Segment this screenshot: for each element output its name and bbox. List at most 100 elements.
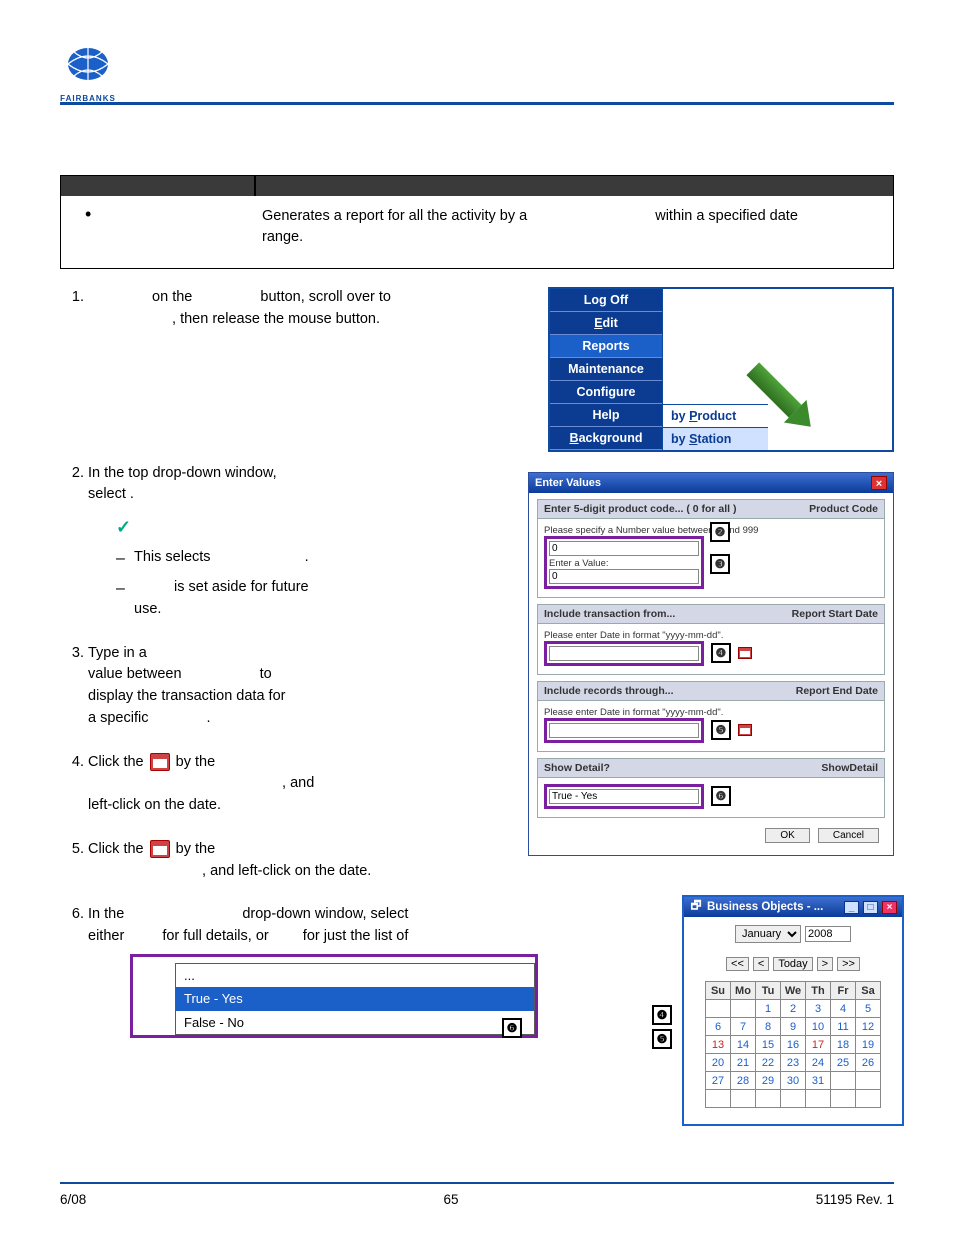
dropdown-option[interactable]: False - No: [176, 1011, 534, 1035]
callout-badge-6: ❻: [711, 786, 731, 806]
calendar-day[interactable]: 24: [806, 1054, 831, 1072]
cancel-button[interactable]: Cancel: [818, 828, 879, 843]
first-button[interactable]: <<: [726, 957, 749, 971]
calendar-day[interactable]: 21: [731, 1054, 756, 1072]
today-button[interactable]: Today: [773, 957, 812, 971]
calendar-day[interactable]: 19: [856, 1036, 881, 1054]
show-detail-section: Show Detail?ShowDetail ❻: [537, 758, 885, 818]
dropdown-option[interactable]: ...: [176, 964, 534, 988]
calendar-day[interactable]: 17: [806, 1036, 831, 1054]
month-select[interactable]: January: [735, 925, 801, 943]
step-2: In the top drop-down window, select . ✓ …: [88, 463, 510, 621]
calendar-day[interactable]: 11: [831, 1018, 856, 1036]
calendar-day: [831, 1090, 856, 1108]
maximize-icon[interactable]: □: [863, 901, 878, 914]
calendar-day: [856, 1090, 881, 1108]
calendar-day[interactable]: 8: [756, 1018, 781, 1036]
calendar-day: [806, 1090, 831, 1108]
start-date-input[interactable]: [549, 646, 699, 661]
product-code-value-input[interactable]: [549, 569, 699, 584]
grey-cell-2: [256, 176, 893, 196]
calendar-day[interactable]: 26: [856, 1054, 881, 1072]
calendar-day: [831, 1072, 856, 1090]
show-detail-dropdown[interactable]: ... True - Yes False - No: [175, 963, 535, 1036]
calendar-day[interactable]: 2: [781, 1000, 806, 1018]
report-description-box: • Generates a report for all the activit…: [60, 175, 894, 269]
calendar-day[interactable]: 12: [856, 1018, 881, 1036]
prev-button[interactable]: <: [753, 957, 769, 971]
calendar-day[interactable]: 15: [756, 1036, 781, 1054]
year-input[interactable]: [805, 926, 851, 942]
calendar-grid: SuMoTuWeThFrSa 1234567891011121314151617…: [705, 981, 881, 1108]
step-5: Click the by the , and left-click on the…: [88, 839, 510, 883]
menu-item-reports[interactable]: Reports: [550, 335, 662, 358]
calendar-day[interactable]: 20: [706, 1054, 731, 1072]
calendar-day[interactable]: 9: [781, 1018, 806, 1036]
calendar-day[interactable]: 1: [756, 1000, 781, 1018]
calendar-icon[interactable]: [738, 724, 752, 736]
callout-badge-5: ❺: [711, 720, 731, 740]
dropdown-option-selected[interactable]: True - Yes: [176, 987, 534, 1011]
calendar-icon: [150, 840, 170, 858]
product-code-input[interactable]: [549, 541, 699, 556]
menu-item-edit[interactable]: Edit: [550, 312, 662, 335]
close-icon[interactable]: ×: [871, 476, 887, 490]
menu-item-log-off[interactable]: Log Off: [550, 289, 662, 312]
app-icon: 🗗: [689, 900, 703, 914]
grey-cell-1: [61, 176, 256, 196]
calendar-day[interactable]: 14: [731, 1036, 756, 1054]
calendar-icon[interactable]: [738, 647, 752, 659]
calendar-day: [706, 1000, 731, 1018]
calendar-day: [731, 1000, 756, 1018]
calendar-icon: [150, 753, 170, 771]
minimize-icon[interactable]: _: [844, 901, 859, 914]
close-icon[interactable]: ×: [882, 901, 897, 914]
submenu-item-by-station[interactable]: by Station: [663, 427, 768, 450]
last-button[interactable]: >>: [837, 957, 860, 971]
menu-item-background[interactable]: Background: [550, 427, 662, 450]
logo-text: FAIRBANKS: [60, 94, 116, 103]
calendar-day[interactable]: 5: [856, 1000, 881, 1018]
report-description: Generates a report for all the activity …: [256, 196, 893, 268]
calendar-day[interactable]: 3: [806, 1000, 831, 1018]
start-date-section: Include transaction from...Report Start …: [537, 604, 885, 675]
calendar-day[interactable]: 25: [831, 1054, 856, 1072]
calendar-day[interactable]: 23: [781, 1054, 806, 1072]
calendar-day[interactable]: 16: [781, 1036, 806, 1054]
calendar-day[interactable]: 22: [756, 1054, 781, 1072]
calendar-day[interactable]: 27: [706, 1072, 731, 1090]
next-button[interactable]: >: [817, 957, 833, 971]
step-6: In the drop-down window, select either f…: [88, 904, 510, 1038]
calendar-day[interactable]: 10: [806, 1018, 831, 1036]
footer-date: 6/08: [60, 1192, 86, 1207]
page-footer: 6/08 65 51195 Rev. 1: [60, 1182, 894, 1207]
callout-badge-5: ❺: [652, 1029, 672, 1049]
product-code-section: Enter 5-digit product code... ( 0 for al…: [537, 499, 885, 598]
calendar-day[interactable]: 4: [831, 1000, 856, 1018]
end-date-section: Include records through...Report End Dat…: [537, 681, 885, 752]
calendar-day[interactable]: 13: [706, 1036, 731, 1054]
step-3: Type in a value between to display the t…: [88, 643, 510, 730]
main-menu: Log OffEditReportsMaintenanceConfigureHe…: [548, 287, 894, 452]
show-detail-input[interactable]: [549, 789, 699, 804]
menu-item-configure[interactable]: Configure: [550, 381, 662, 404]
calendar-day[interactable]: 6: [706, 1018, 731, 1036]
checkmark-icon: ✓: [116, 517, 131, 537]
calendar-day[interactable]: 7: [731, 1018, 756, 1036]
calendar-day: [781, 1090, 806, 1108]
menu-item-maintenance[interactable]: Maintenance: [550, 358, 662, 381]
calendar-day: [731, 1090, 756, 1108]
calendar-day: [756, 1090, 781, 1108]
calendar-day[interactable]: 29: [756, 1072, 781, 1090]
end-date-input[interactable]: [549, 723, 699, 738]
menu-item-help[interactable]: Help: [550, 404, 662, 427]
calendar-day[interactable]: 28: [731, 1072, 756, 1090]
footer-page: 65: [443, 1192, 458, 1207]
submenu-item-by-product[interactable]: by Product: [663, 404, 768, 427]
footer-doc: 51195 Rev. 1: [816, 1192, 894, 1207]
calendar-day: [856, 1072, 881, 1090]
calendar-day[interactable]: 31: [806, 1072, 831, 1090]
calendar-day[interactable]: 18: [831, 1036, 856, 1054]
ok-button[interactable]: OK: [765, 828, 809, 843]
calendar-day[interactable]: 30: [781, 1072, 806, 1090]
